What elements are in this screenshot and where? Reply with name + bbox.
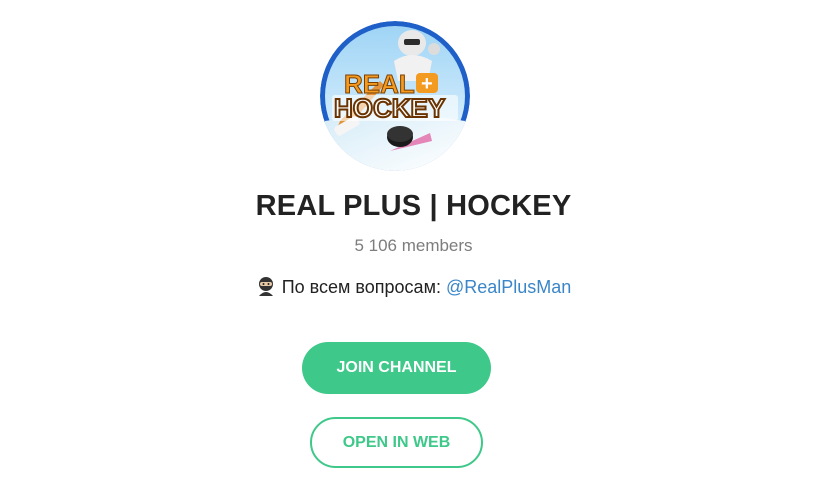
- member-count: 5 106 members: [354, 236, 473, 255]
- svg-text:HOCKEY: HOCKEY: [334, 93, 445, 123]
- description-text: По всем вопросам:: [281, 277, 446, 297]
- channel-preview-page: REAL + HOCKEY REAL PLUS | HOCKEY 5 106 m…: [0, 0, 827, 482]
- ninja-icon: [256, 276, 276, 296]
- channel-title: REAL PLUS | HOCKEY: [255, 190, 572, 222]
- admin-contact-link[interactable]: @RealPlusMan: [446, 277, 571, 297]
- channel-avatar: REAL + HOCKEY: [320, 21, 470, 171]
- svg-text:+: +: [421, 73, 433, 95]
- join-channel-button[interactable]: JOIN CHANNEL: [302, 342, 491, 394]
- open-in-web-button[interactable]: OPEN IN WEB: [310, 417, 483, 468]
- channel-description: По всем вопросам: @RealPlusMan: [0, 276, 827, 298]
